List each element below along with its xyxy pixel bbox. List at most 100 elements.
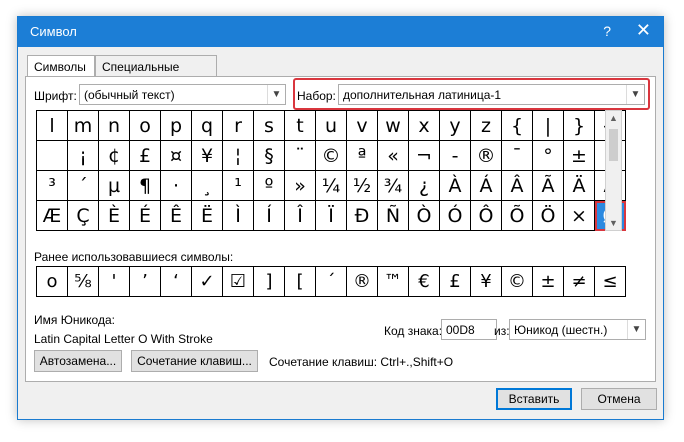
shortcut-key-button[interactable]: Сочетание клавиш... <box>131 350 258 372</box>
font-select[interactable]: (обычный текст) ▼ <box>79 84 286 105</box>
recent-symbol-cell[interactable]: ✓ <box>192 267 223 297</box>
recent-symbol-cell[interactable]: ] <box>254 267 285 297</box>
symbol-cell[interactable]: { <box>502 111 533 141</box>
symbol-cell[interactable]: » <box>285 171 316 201</box>
symbol-cell[interactable]: u <box>316 111 347 141</box>
symbol-cell[interactable]: ± <box>564 141 595 171</box>
symbol-cell[interactable]: q <box>192 111 223 141</box>
tab-symbols[interactable]: Символы <box>27 55 95 77</box>
symbol-cell[interactable]: ¢ <box>99 141 130 171</box>
symbol-cell[interactable]: Ò <box>409 201 440 231</box>
symbol-cell[interactable]: È <box>99 201 130 231</box>
symbol-cell[interactable]: ª <box>347 141 378 171</box>
subset-select[interactable]: дополнительная латиница-1 ▼ <box>338 84 645 105</box>
symbol-cell[interactable]: Õ <box>502 201 533 231</box>
symbol-cell[interactable]: n <box>99 111 130 141</box>
recent-symbol-cell[interactable]: £ <box>440 267 471 297</box>
symbol-cell[interactable]: ° <box>533 141 564 171</box>
symbol-cell[interactable]: Î <box>285 201 316 231</box>
recent-symbol-cell[interactable]: ≠ <box>564 267 595 297</box>
symbol-cell[interactable]: Ï <box>316 201 347 231</box>
from-select[interactable]: Юникод (шестн.) ▼ <box>509 319 646 340</box>
symbol-cell[interactable]: Ô <box>471 201 502 231</box>
symbol-cell[interactable]: ® <box>471 141 502 171</box>
symbol-grid-scrollbar[interactable]: ▲ ▼ <box>605 110 622 231</box>
tab-special-characters[interactable]: Специальные знаки <box>95 55 217 96</box>
symbol-cell[interactable]: ¡ <box>68 141 99 171</box>
symbol-cell[interactable]: § <box>254 141 285 171</box>
symbol-cell[interactable]: À <box>440 171 471 201</box>
close-button[interactable]: ✕ <box>636 20 651 41</box>
symbol-cell[interactable]: Ð <box>347 201 378 231</box>
help-button[interactable]: ? <box>603 23 611 39</box>
scroll-down-icon[interactable]: ▼ <box>606 218 621 228</box>
symbol-cell[interactable]: µ <box>99 171 130 201</box>
symbol-cell[interactable]: o <box>130 111 161 141</box>
symbol-cell[interactable]: ¥ <box>192 141 223 171</box>
recent-symbol-cell[interactable]: o <box>37 267 68 297</box>
symbol-cell[interactable]: ¤ <box>161 141 192 171</box>
cancel-button[interactable]: Отмена <box>581 388 657 410</box>
symbol-cell[interactable]: Â <box>502 171 533 201</box>
symbol-cell[interactable]: Ä <box>564 171 595 201</box>
recent-symbol-cell[interactable]: ☑ <box>223 267 254 297</box>
char-code-input[interactable]: 00D8 <box>441 319 497 340</box>
symbol-cell[interactable]: p <box>161 111 192 141</box>
symbol-cell[interactable]: Æ <box>37 201 68 231</box>
symbol-cell[interactable]: Í <box>254 201 285 231</box>
symbol-cell[interactable]: | <box>533 111 564 141</box>
symbol-cell[interactable]: ³ <box>37 171 68 201</box>
chevron-down-icon[interactable]: ▼ <box>626 85 644 104</box>
symbol-cell[interactable]: - <box>440 141 471 171</box>
symbol-cell[interactable]: Ã <box>533 171 564 201</box>
symbol-cell[interactable]: º <box>254 171 285 201</box>
symbol-cell[interactable]: Ë <box>192 201 223 231</box>
recent-symbol-cell[interactable]: © <box>502 267 533 297</box>
recent-symbol-cell[interactable]: ¥ <box>471 267 502 297</box>
symbol-cell[interactable]: v <box>347 111 378 141</box>
symbol-cell[interactable]: ´ <box>68 171 99 201</box>
symbol-cell[interactable]: × <box>564 201 595 231</box>
symbol-cell[interactable]: Ö <box>533 201 564 231</box>
symbol-cell[interactable]: r <box>223 111 254 141</box>
recent-symbol-cell[interactable]: [ <box>285 267 316 297</box>
symbol-cell[interactable]: ½ <box>347 171 378 201</box>
insert-button[interactable]: Вставить <box>496 388 572 410</box>
symbol-cell[interactable]: Ó <box>440 201 471 231</box>
symbol-cell[interactable] <box>37 141 68 171</box>
symbol-cell[interactable]: Ì <box>223 201 254 231</box>
recent-symbol-cell[interactable]: ' <box>99 267 130 297</box>
symbol-cell[interactable]: Ç <box>68 201 99 231</box>
symbol-cell[interactable]: £ <box>130 141 161 171</box>
symbol-cell[interactable]: ¹ <box>223 171 254 201</box>
scroll-up-icon[interactable]: ▲ <box>606 113 621 123</box>
symbol-cell[interactable]: t <box>285 111 316 141</box>
symbol-cell[interactable]: Ê <box>161 201 192 231</box>
symbol-cell[interactable]: } <box>564 111 595 141</box>
symbol-cell[interactable]: © <box>316 141 347 171</box>
symbol-cell[interactable]: s <box>254 111 285 141</box>
autocorrect-button[interactable]: Автозамена... <box>34 350 122 372</box>
recent-symbol-cell[interactable]: ´ <box>316 267 347 297</box>
symbol-cell[interactable]: ¸ <box>192 171 223 201</box>
scroll-thumb[interactable] <box>609 129 618 161</box>
symbol-cell[interactable]: l <box>37 111 68 141</box>
recent-symbol-cell[interactable]: ® <box>347 267 378 297</box>
recent-symbol-cell[interactable]: € <box>409 267 440 297</box>
symbol-cell[interactable]: z <box>471 111 502 141</box>
symbol-cell[interactable]: ¶ <box>130 171 161 201</box>
symbol-cell[interactable]: x <box>409 111 440 141</box>
recent-symbol-cell[interactable]: ™ <box>378 267 409 297</box>
symbol-cell[interactable]: ¿ <box>409 171 440 201</box>
recent-symbol-cell[interactable]: ⅝ <box>68 267 99 297</box>
symbol-cell[interactable]: ¬ <box>409 141 440 171</box>
chevron-down-icon[interactable]: ▼ <box>267 85 285 104</box>
symbol-cell[interactable]: m <box>68 111 99 141</box>
recent-symbol-cell[interactable]: ’ <box>130 267 161 297</box>
symbol-cell[interactable]: ¨ <box>285 141 316 171</box>
recent-symbol-cell[interactable]: ‘ <box>161 267 192 297</box>
symbol-cell[interactable]: Á <box>471 171 502 201</box>
symbol-cell[interactable]: ¦ <box>223 141 254 171</box>
symbol-cell[interactable]: É <box>130 201 161 231</box>
symbol-cell[interactable]: Ñ <box>378 201 409 231</box>
